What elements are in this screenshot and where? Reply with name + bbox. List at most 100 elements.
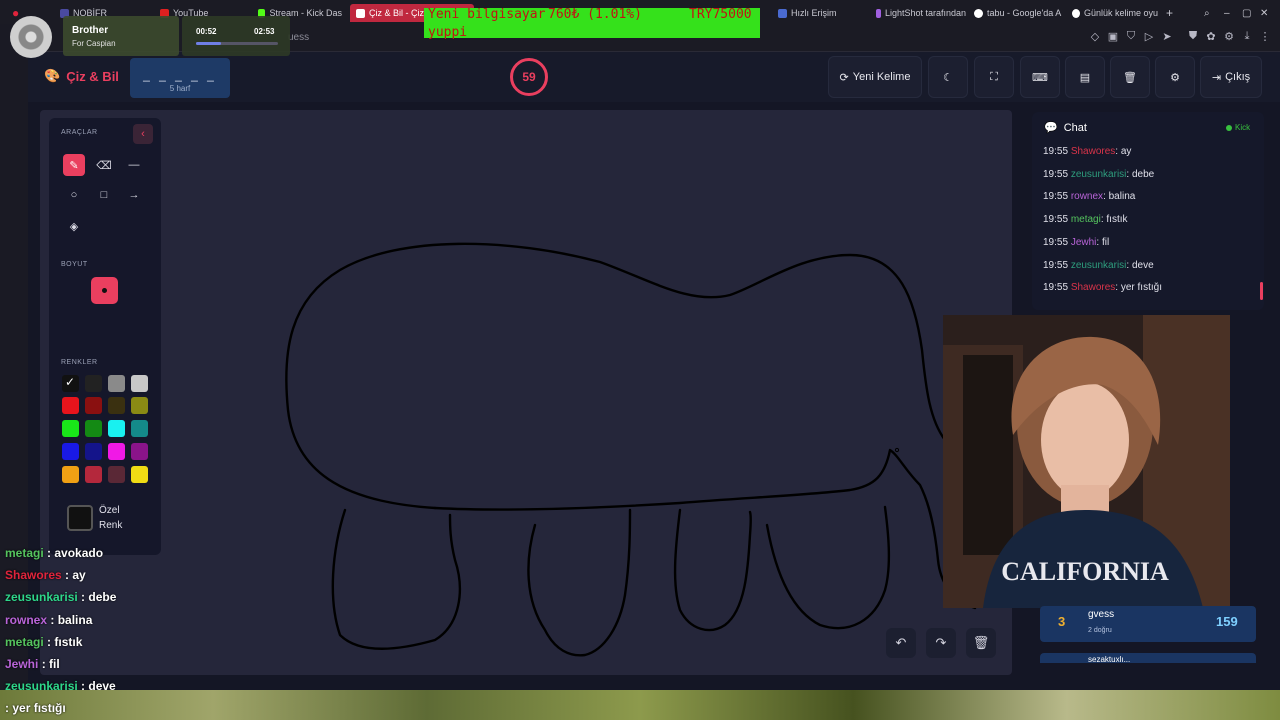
chat-message-text: debe: [1131, 168, 1155, 180]
maximize-icon[interactable]: ▢: [1242, 4, 1251, 22]
color-swatch[interactable]: [85, 443, 102, 460]
donation-goal-progress: 760₺ (1.01%): [548, 7, 642, 22]
color-swatch[interactable]: [108, 466, 125, 483]
color-swatch[interactable]: [62, 420, 79, 437]
tab-favicon-icon: [356, 8, 365, 18]
color-swatch[interactable]: [62, 443, 79, 460]
stream-chat-separator: :: [77, 590, 89, 605]
color-swatch[interactable]: [131, 375, 148, 392]
chat-message-user[interactable]: Shawores: [1071, 146, 1115, 157]
webcam-feed: CALIFORNIA: [943, 315, 1230, 608]
download-icon[interactable]: ⤓: [1240, 30, 1254, 43]
dark-mode-button[interactable]: ☾: [928, 56, 968, 98]
chat-message-text: yer fıstığı: [1120, 282, 1162, 294]
tab-lightshot[interactable]: LightShot tarafından: [876, 4, 966, 22]
send-icon[interactable]: ➤: [1160, 30, 1174, 43]
close-window-icon[interactable]: ✕: [1260, 4, 1268, 22]
line-tool[interactable]: —: [123, 154, 145, 176]
fullscreen-button[interactable]: ⛶: [974, 56, 1014, 98]
chat-message-user[interactable]: metagi: [1071, 214, 1101, 225]
chat-message-user[interactable]: rownex: [1071, 191, 1103, 202]
tools-title: ARAÇLAR: [61, 129, 98, 136]
color-swatch[interactable]: [131, 466, 148, 483]
arrow-tool[interactable]: →: [123, 184, 145, 206]
tab-google-tabu[interactable]: tabu - Google'da A: [974, 4, 1064, 22]
clear-canvas-button[interactable]: 🗑: [966, 628, 996, 658]
undo-button[interactable]: ↶: [886, 628, 916, 658]
new-word-button[interactable]: ⟳ Yeni Kelime: [828, 56, 922, 98]
google-icon: [974, 8, 983, 18]
fill-tool[interactable]: ◈: [63, 215, 85, 237]
keyboard-button[interactable]: ⌨: [1020, 56, 1060, 98]
address-bar[interactable]: uess: [288, 32, 309, 43]
shield-icon[interactable]: ⛉: [1124, 30, 1138, 43]
play-icon[interactable]: ▷: [1142, 30, 1156, 43]
brush-tool[interactable]: ✎: [63, 154, 85, 176]
tab-hizli-erisim[interactable]: Hızlı Erişim: [778, 4, 868, 22]
chat-message-user[interactable]: zeusunkarisi: [1071, 169, 1127, 180]
delete-button[interactable]: 🗑: [1110, 56, 1150, 98]
track-title: Brother: [72, 25, 109, 36]
chat-message-user[interactable]: Shawores: [1071, 282, 1115, 293]
stream-chat-message: metagi : fıstık: [5, 635, 82, 649]
color-swatch[interactable]: [131, 397, 148, 414]
tab-gunluk-kelime[interactable]: Günlük kelime oyu: [1072, 4, 1158, 22]
logout-icon: ⇥: [1211, 71, 1222, 84]
leg-3: [673, 508, 752, 632]
stream-chat-separator: :: [61, 568, 73, 583]
new-tab-icon[interactable]: +: [1166, 4, 1173, 22]
color-swatch[interactable]: [108, 375, 125, 392]
color-swatch[interactable]: [108, 420, 125, 437]
chat-message-text: deve: [1131, 259, 1154, 271]
eraser-tool[interactable]: ⌫: [93, 154, 115, 176]
stream-chat-user: zeusunkarisi: [5, 590, 78, 605]
settings-icon[interactable]: ⚙: [1222, 30, 1236, 43]
rectangle-tool[interactable]: □: [93, 184, 115, 206]
status-dot-icon: [1226, 124, 1232, 131]
color-swatch[interactable]: [131, 443, 148, 460]
color-swatch[interactable]: [108, 397, 125, 414]
chat-message-time: 19:55: [1043, 214, 1069, 226]
size-option-selected[interactable]: [91, 277, 118, 304]
word-mask: _ _ _ _ _: [143, 68, 217, 82]
archive-button[interactable]: ▤: [1065, 56, 1105, 98]
webcam-image: CALIFORNIA: [943, 315, 1230, 608]
search-tabs-icon[interactable]: ⌕: [1204, 4, 1210, 22]
color-swatch[interactable]: ✓: [62, 375, 79, 392]
extensions-icon[interactable]: ✿: [1204, 30, 1218, 43]
color-swatch[interactable]: [108, 443, 125, 460]
color-swatch[interactable]: [131, 420, 148, 437]
chat-scrollbar[interactable]: [1260, 282, 1263, 300]
new-word-label: Yeni Kelime: [852, 71, 911, 83]
color-swatch[interactable]: [62, 466, 79, 483]
minimize-icon[interactable]: –: [1224, 4, 1230, 22]
color-swatch[interactable]: [85, 420, 102, 437]
menu-icon[interactable]: ⋮: [1258, 30, 1272, 43]
chevron-left-icon: ‹: [141, 128, 145, 140]
exit-button[interactable]: ⇥ Çıkış: [1200, 56, 1262, 98]
word-length-hint: 5 harf: [169, 84, 191, 93]
adblock-icon[interactable]: ⛊: [1186, 30, 1200, 43]
chat-message-user[interactable]: zeusunkarisi: [1071, 260, 1127, 271]
redo-button[interactable]: ↷: [926, 628, 956, 658]
bookmark-icon[interactable]: ◇: [1088, 30, 1102, 43]
color-swatch[interactable]: [85, 397, 102, 414]
stream-chat-text: yer fıstığı: [12, 701, 66, 715]
stream-chat-text: avokado: [54, 546, 104, 560]
chat-message-user[interactable]: Jewhi: [1071, 237, 1097, 248]
timer-value: 59: [522, 70, 536, 84]
platform-badge: Kick: [1226, 123, 1250, 132]
keyboard-icon: ⌨: [1032, 71, 1048, 84]
color-swatch[interactable]: [85, 375, 102, 392]
screenshot-icon[interactable]: ▣: [1106, 30, 1120, 43]
color-swatch[interactable]: [62, 397, 79, 414]
settings-button[interactable]: ⚙: [1155, 56, 1195, 98]
app-logo[interactable]: 🎨 Çiz & Bil: [44, 68, 119, 84]
stream-chat-message: Jewhi : fil: [5, 657, 60, 671]
color-swatch[interactable]: [85, 466, 102, 483]
custom-color-button[interactable]: [67, 505, 93, 531]
collapse-panel-button[interactable]: ‹: [133, 124, 153, 144]
circle-tool[interactable]: ○: [63, 184, 85, 206]
leg-1: [331, 508, 462, 650]
track-total: 02:53: [254, 27, 275, 36]
